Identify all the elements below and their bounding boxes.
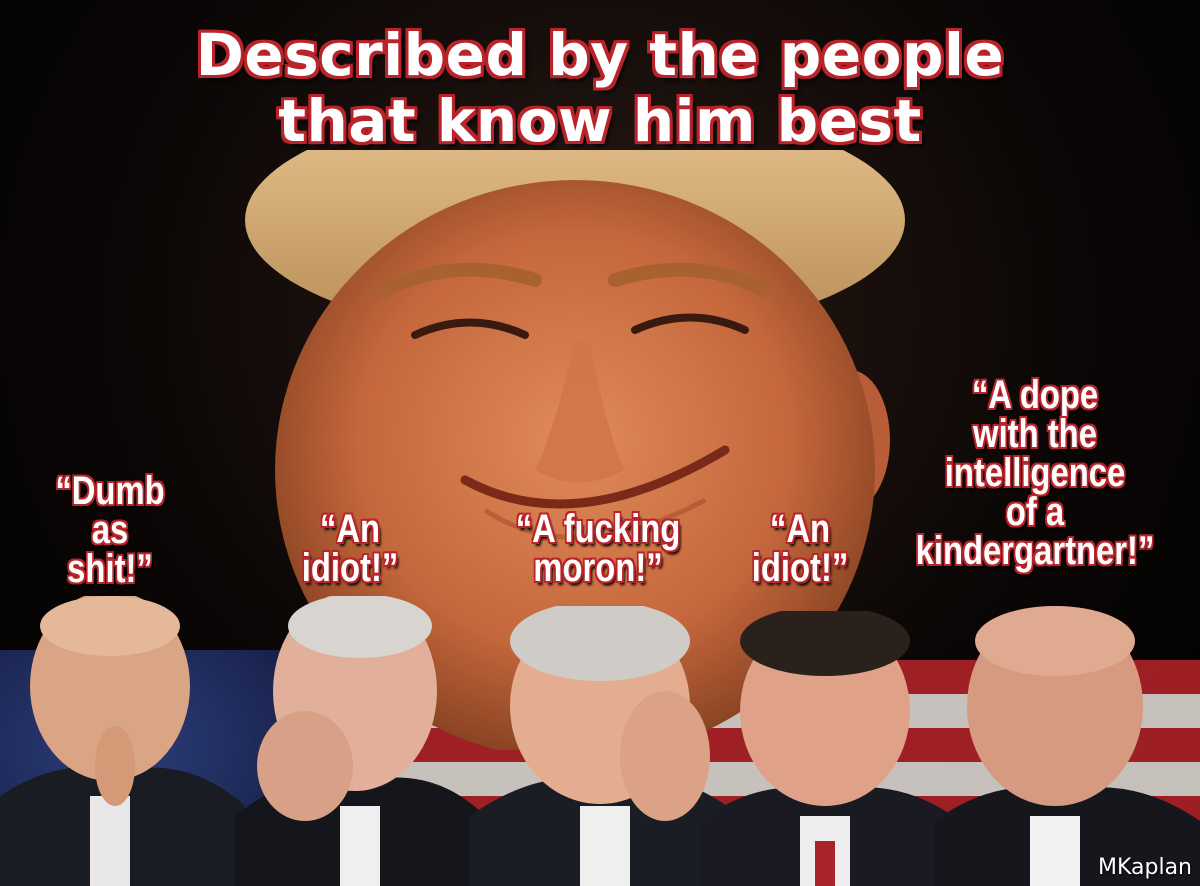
quote-line: intelligence xyxy=(944,451,1126,495)
quote-line: shit!” xyxy=(67,547,153,591)
quote-4: “An idiot!” xyxy=(747,507,854,590)
person-1-photo xyxy=(0,596,245,886)
person-5-photo xyxy=(935,606,1200,886)
quote-line: with the xyxy=(973,412,1097,456)
person-4-photo xyxy=(700,611,960,886)
quote-line: idiot!” xyxy=(751,546,849,590)
quote-2: “An idiot!” xyxy=(293,507,408,590)
meme-image: Described by the people that know him be… xyxy=(0,0,1200,886)
person-2-photo xyxy=(235,596,485,886)
quote-5: “A dope with the intelligence of a kinde… xyxy=(904,373,1166,573)
watermark-signature: MKaplan xyxy=(1097,855,1192,880)
quote-line: of a xyxy=(1005,490,1065,534)
title-line-1: Described by the people xyxy=(195,21,1005,89)
quote-line: as xyxy=(91,508,129,552)
quote-line: “A fucking xyxy=(515,507,681,551)
meme-title: Described by the people that know him be… xyxy=(0,22,1200,154)
quote-line: “An xyxy=(319,507,381,551)
quote-line: idiot!” xyxy=(301,546,399,590)
quote-3: “A fucking moron!” xyxy=(508,507,688,590)
quote-line: moron!” xyxy=(533,546,663,590)
quote-line: “An xyxy=(769,507,831,551)
title-line-2: that know him best xyxy=(278,87,922,155)
quote-1: “Dumb as shit!” xyxy=(44,469,175,591)
quote-line: “A dope xyxy=(971,373,1099,417)
quote-line: kindergartner!” xyxy=(915,529,1155,573)
quote-line: “Dumb xyxy=(55,469,165,513)
